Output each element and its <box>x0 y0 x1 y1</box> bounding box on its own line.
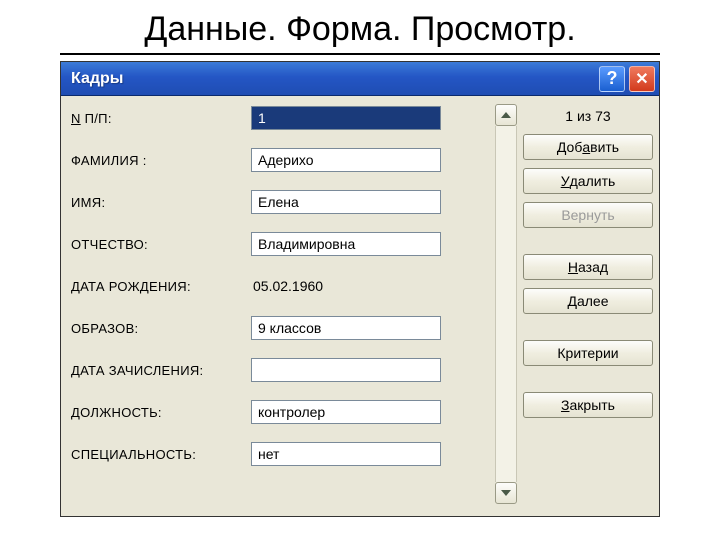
label-education: ОБРАЗОВ: <box>71 321 251 336</box>
scroll-up-button[interactable] <box>495 104 517 126</box>
dialog-body: N П/П: ФАМИЛИЯ : ИМЯ: ОТЧЕСТВО: ДАТА РОЖ… <box>61 96 659 516</box>
input-specialty[interactable] <box>251 442 441 466</box>
input-position[interactable] <box>251 400 441 424</box>
add-button[interactable]: Добавить <box>523 134 653 160</box>
input-hiredate[interactable] <box>251 358 441 382</box>
form-area: N П/П: ФАМИЛИЯ : ИМЯ: ОТЧЕСТВО: ДАТА РОЖ… <box>71 104 489 504</box>
side-panel: 1 из 73 Добавить Удалить Вернуть Назад Д… <box>523 104 653 504</box>
label-position: ДОЛЖНОСТЬ: <box>71 405 251 420</box>
chevron-down-icon <box>501 490 511 496</box>
close-button[interactable]: Закрыть <box>523 392 653 418</box>
scroll-track[interactable] <box>495 126 517 482</box>
label-lastname: ФАМИЛИЯ : <box>71 153 251 168</box>
page-title: Данные. Форма. Просмотр. <box>60 0 660 55</box>
input-patronymic[interactable] <box>251 232 441 256</box>
value-birthdate: 05.02.1960 <box>251 278 323 294</box>
record-counter: 1 из 73 <box>523 104 653 134</box>
label-hiredate: ДАТА ЗАЧИСЛЕНИЯ: <box>71 363 251 378</box>
dialog-window: Кадры ? ✕ N П/П: ФАМИЛИЯ : ИМЯ: ОТЧЕСТВО… <box>60 61 660 517</box>
scroll-down-button[interactable] <box>495 482 517 504</box>
delete-button[interactable]: Удалить <box>523 168 653 194</box>
input-n-pp[interactable] <box>251 106 441 130</box>
back-button[interactable]: Назад <box>523 254 653 280</box>
help-button[interactable]: ? <box>599 66 625 92</box>
label-n-pp: N П/П: <box>71 111 251 126</box>
label-birthdate: ДАТА РОЖДЕНИЯ: <box>71 279 251 294</box>
record-scrollbar[interactable] <box>495 104 517 504</box>
label-specialty: СПЕЦИАЛЬНОСТЬ: <box>71 447 251 462</box>
close-window-button[interactable]: ✕ <box>629 66 655 92</box>
criteria-button[interactable]: Критерии <box>523 340 653 366</box>
label-firstname: ИМЯ: <box>71 195 251 210</box>
next-button[interactable]: Далее <box>523 288 653 314</box>
input-education[interactable] <box>251 316 441 340</box>
input-lastname[interactable] <box>251 148 441 172</box>
restore-button: Вернуть <box>523 202 653 228</box>
input-firstname[interactable] <box>251 190 441 214</box>
titlebar: Кадры ? ✕ <box>61 62 659 96</box>
label-patronymic: ОТЧЕСТВО: <box>71 237 251 252</box>
window-title: Кадры <box>71 70 123 88</box>
chevron-up-icon <box>501 112 511 118</box>
